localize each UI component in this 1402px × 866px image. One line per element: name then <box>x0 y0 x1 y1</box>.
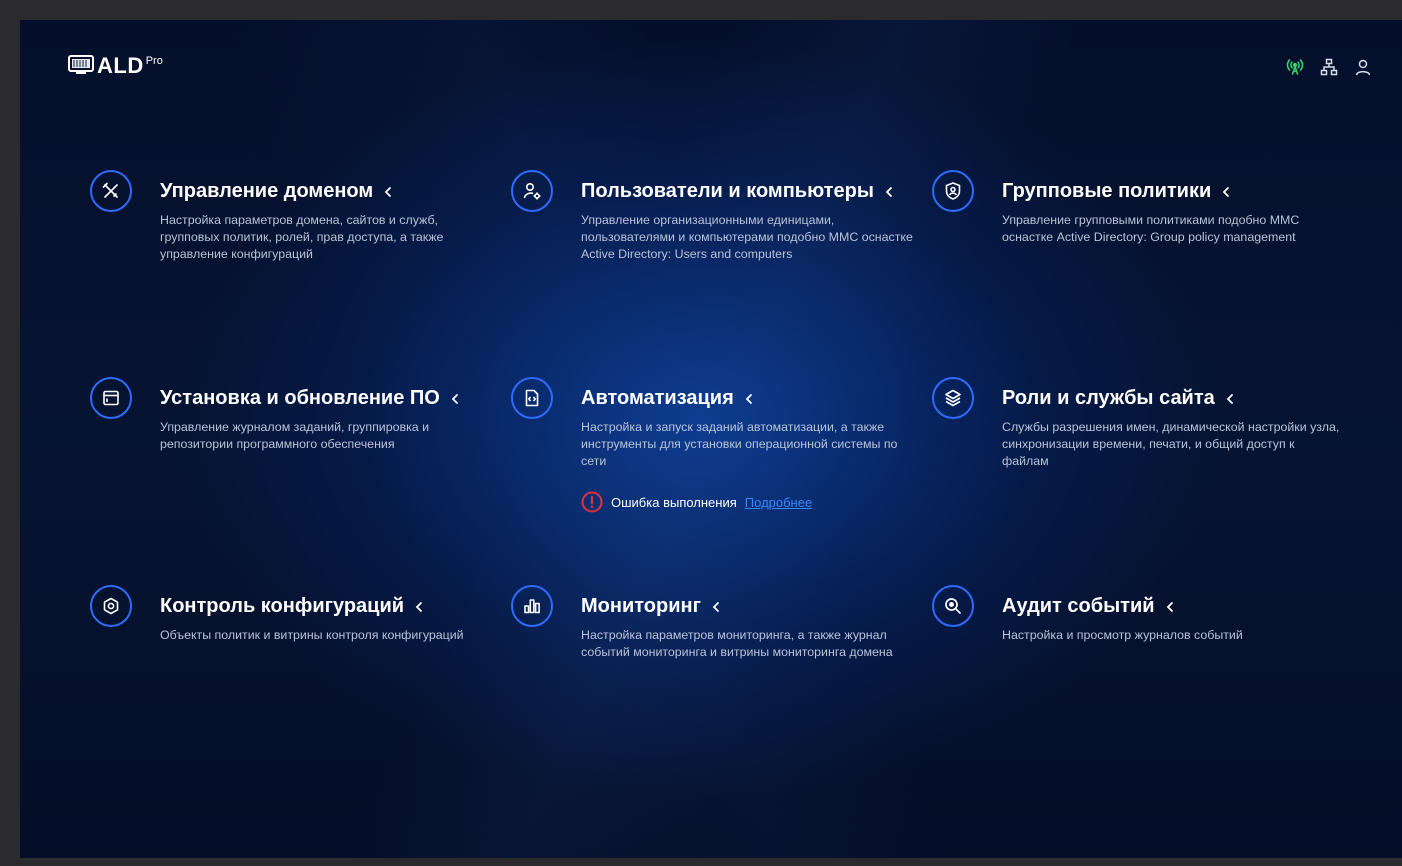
user-gear-icon <box>523 182 541 200</box>
card-title[interactable]: Мониторинг <box>581 595 721 618</box>
card-title-text: Аудит событий <box>1002 595 1155 617</box>
brand-name: ALD <box>97 53 144 78</box>
code-file-icon <box>525 389 539 407</box>
layers-icon <box>945 389 961 407</box>
card-title-text: Автоматизация <box>581 387 734 409</box>
card-title[interactable]: Управление доменом <box>160 180 393 203</box>
card-title-text: Установка и обновление ПО <box>160 387 440 409</box>
search-zoom-icon <box>945 598 961 614</box>
card-icon-circle <box>511 585 553 627</box>
chevron-left-icon[interactable] <box>414 601 424 613</box>
card-icon-circle <box>511 377 553 419</box>
card-title-text: Управление доменом <box>160 180 374 202</box>
card-title[interactable]: Пользователи и компьютеры <box>581 180 894 203</box>
card-title-text: Мониторинг <box>581 595 701 617</box>
bar-chart-icon <box>524 599 540 614</box>
chevron-left-icon[interactable] <box>884 186 894 198</box>
card-icon-circle <box>932 585 974 627</box>
chevron-left-icon[interactable] <box>711 601 721 613</box>
card-icon-circle <box>90 170 132 212</box>
error-text: Ошибка выполнения <box>611 494 737 510</box>
brand-suffix: Pro <box>145 55 163 67</box>
error-icon <box>581 491 603 513</box>
chevron-left-icon[interactable] <box>1221 186 1231 198</box>
card-description: Управление организационными единицами, п… <box>581 213 913 261</box>
card-description: Настройка параметров домена, сайтов и сл… <box>160 213 444 261</box>
chevron-left-icon[interactable] <box>383 186 393 198</box>
card-title[interactable]: Роли и службы сайта <box>1002 387 1235 410</box>
card-title-text: Роли и службы сайта <box>1002 387 1215 409</box>
tools-icon <box>102 182 118 198</box>
card-title[interactable]: Групповые политики <box>1002 180 1231 203</box>
settings-icon <box>103 597 119 615</box>
network-icon[interactable] <box>1320 58 1338 76</box>
app-screen: ALD Pro Управление доменом Настройка пар… <box>20 20 1402 858</box>
signal-icon[interactable] <box>1286 58 1304 76</box>
card-title-text: Контроль конфигураций <box>160 595 405 617</box>
card-icon-circle <box>90 585 132 627</box>
chevron-left-icon[interactable] <box>1165 601 1175 613</box>
user-icon[interactable] <box>1354 58 1372 76</box>
shield-user-icon <box>945 182 961 200</box>
window-frame: ALD Pro Управление доменом Настройка пар… <box>0 0 1402 866</box>
card-description: Объекты политик и витрины контроля конфи… <box>160 628 464 642</box>
chevron-left-icon[interactable] <box>450 393 460 405</box>
error-details-link[interactable]: Подробнее <box>745 495 812 510</box>
card-icon-circle <box>90 377 132 419</box>
chevron-left-icon[interactable] <box>1225 393 1235 405</box>
card-icon-circle <box>932 170 974 212</box>
card-description: Управление журналом заданий, группировка… <box>160 420 430 451</box>
chevron-left-icon[interactable] <box>744 393 754 405</box>
card-title[interactable]: Автоматизация <box>581 387 754 410</box>
card-description: Службы разрешения имен, динамической нас… <box>1002 420 1340 468</box>
card-title[interactable]: Контроль конфигураций <box>160 595 424 618</box>
card-description: Настройка параметров мониторинга, а такж… <box>581 628 893 659</box>
header-actions <box>1286 58 1372 76</box>
card-icon-circle <box>511 170 553 212</box>
card-description: Настройка и запуск заданий автоматизации… <box>581 420 898 468</box>
card-title-text: Пользователи и компьютеры <box>581 180 874 202</box>
card-title[interactable]: Установка и обновление ПО <box>160 387 460 410</box>
card-description: Управление групповыми политиками подобно… <box>1002 213 1300 244</box>
card-description: Настройка и просмотр журналов событий <box>1002 628 1243 642</box>
window-icon <box>103 390 119 406</box>
card-title[interactable]: Аудит событий <box>1002 595 1175 618</box>
card-icon-circle <box>932 377 974 419</box>
error-status: Ошибка выполнения Подробнее <box>581 491 812 513</box>
ald-pro-logo[interactable]: ALD Pro <box>68 54 163 78</box>
card-title-text: Групповые политики <box>1002 180 1212 202</box>
monitor-logo-icon <box>68 55 94 74</box>
